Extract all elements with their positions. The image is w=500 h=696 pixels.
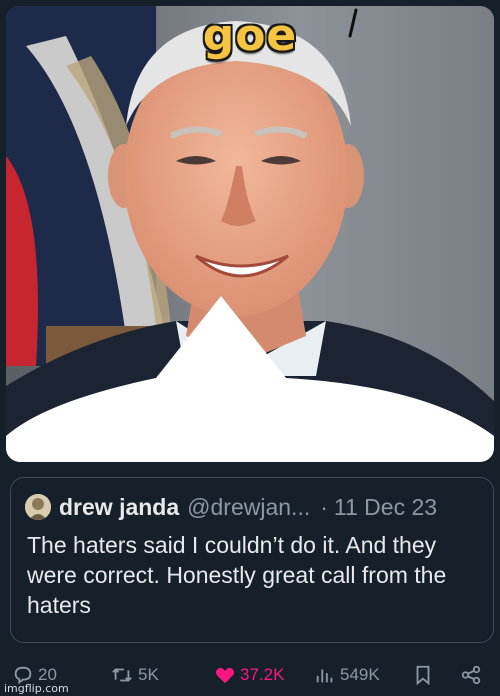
repost-icon	[112, 668, 132, 682]
views-button[interactable]: 549K	[314, 660, 380, 690]
repost-count: 5K	[138, 665, 159, 684]
author-handle[interactable]: @drewjan...	[187, 494, 310, 521]
share-icon	[461, 665, 481, 685]
views-count: 549K	[340, 665, 380, 684]
views-icon	[316, 669, 333, 683]
action-bar: 20 5K 37.2K 549K	[0, 660, 500, 690]
share-button[interactable]	[460, 660, 486, 690]
portrait-illustration	[6, 6, 494, 462]
post-image[interactable]: goe	[6, 6, 494, 462]
quoted-post[interactable]: drew janda @drewjan... · 11 Dec 23 The h…	[10, 477, 494, 643]
bookmark-icon	[416, 665, 430, 686]
quoted-post-text: The haters said I couldn’t do it. And th…	[27, 532, 447, 618]
like-icon	[215, 667, 235, 684]
repost-button[interactable]: 5K	[110, 660, 159, 690]
watermark: imgflip.com	[4, 682, 69, 695]
avatar[interactable]	[25, 494, 51, 520]
author-name[interactable]: drew janda	[59, 494, 179, 521]
avatar-icon	[25, 494, 51, 520]
like-button[interactable]: 37.2K	[214, 660, 284, 690]
meme-caption: goe	[202, 10, 298, 61]
separator-dot: ·	[320, 493, 328, 520]
bookmark-button[interactable]	[412, 660, 438, 690]
post-date[interactable]: 11 Dec 23	[334, 494, 437, 521]
like-count: 37.2K	[240, 665, 285, 684]
quoted-post-header: drew janda @drewjan... · 11 Dec 23	[25, 492, 437, 522]
